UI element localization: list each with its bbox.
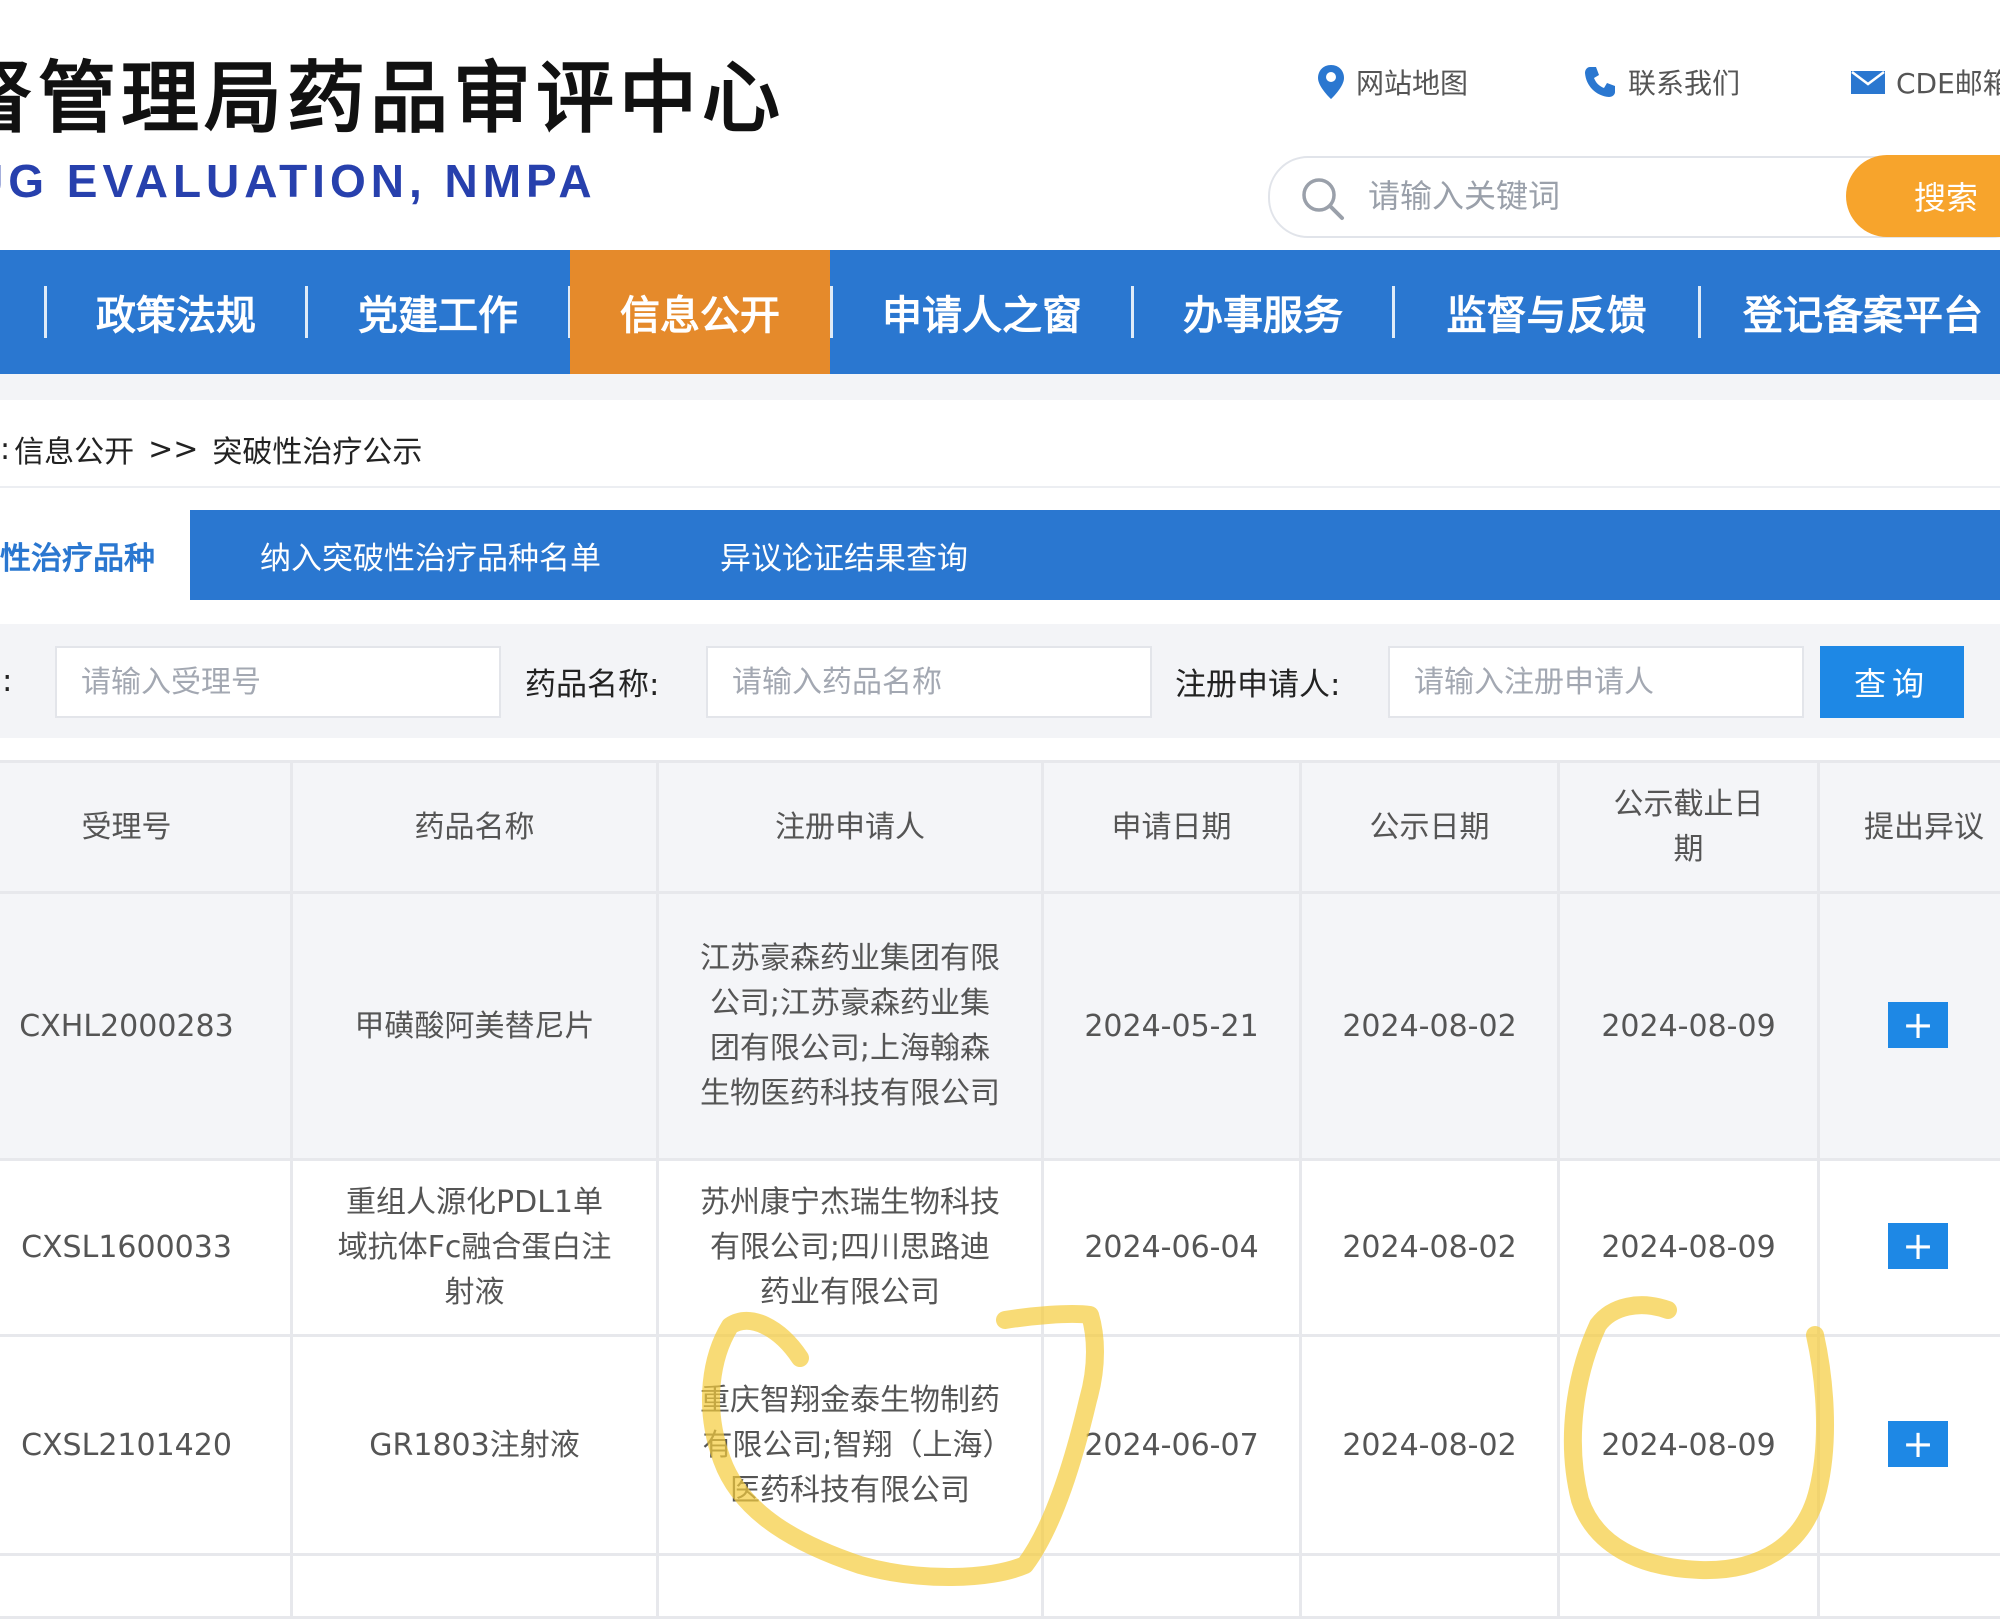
cell-publish-date: 2024-08-02 xyxy=(1301,1160,1559,1336)
cell-publish-date: 2024-08-02 xyxy=(1301,1336,1559,1555)
cell-empty xyxy=(292,1555,658,1618)
cell-applicant: 重庆智翔金泰生物制药有限公司;智翔（上海）医药科技有限公司 xyxy=(658,1336,1043,1555)
drug-name-input[interactable] xyxy=(706,646,1152,718)
cell-deadline: 2024-08-09 xyxy=(1559,1160,1819,1336)
cell-deadline: 2024-08-09 xyxy=(1559,1336,1819,1555)
nav-item-applicant-window[interactable]: 申请人之窗 xyxy=(833,250,1131,374)
cell-objection: + xyxy=(1819,1336,2000,1555)
cell-applicant: 江苏豪森药业集团有限公司;江苏豪森药业集团有限公司;上海翰森生物医药科技有限公司 xyxy=(658,893,1043,1160)
cell-empty xyxy=(1043,1555,1301,1618)
divider-strip xyxy=(0,374,2000,400)
tab-included-list[interactable]: 纳入突破性治疗品种名单 xyxy=(260,510,601,600)
mail-label: CDE邮箱 xyxy=(1896,62,2000,102)
contact-label: 联系我们 xyxy=(1628,62,1740,102)
site-header: 督管理局药品审评中心 UG EVALUATION, NMPA 网站地图 联系我们… xyxy=(0,0,2000,250)
cell-empty xyxy=(1301,1555,1559,1618)
table-row: CXHL2000283 甲磺酸阿美替尼片 江苏豪森药业集团有限公司;江苏豪森药业… xyxy=(0,893,2000,1160)
accept-no-label: : xyxy=(2,624,12,738)
breadcrumb-prefix: : xyxy=(0,432,10,467)
breadcrumb-current: 突破性治疗公示 xyxy=(212,427,422,471)
breadcrumb-divider xyxy=(0,486,2000,488)
cell-apply-date: 2024-05-21 xyxy=(1043,893,1301,1160)
nav-item-registration-platform[interactable]: 登记备案平台 xyxy=(1701,250,2000,374)
applicant-input[interactable] xyxy=(1388,646,1804,718)
cell-objection: + xyxy=(1819,1160,2000,1336)
site-subtitle: UG EVALUATION, NMPA xyxy=(0,154,597,208)
tab-breakthrough-varieties[interactable]: 性治疗品种 xyxy=(0,510,190,600)
col-header-objection: 提出异议 xyxy=(1819,762,2000,893)
col-header-deadline: 公示截止日期 xyxy=(1559,762,1819,893)
cell-publish-date: 2024-08-02 xyxy=(1301,893,1559,1160)
nav-item-services[interactable]: 办事服务 xyxy=(1134,250,1392,374)
cell-empty xyxy=(658,1555,1043,1618)
sub-tabs: 性治疗品种 纳入突破性治疗品种名单 异议论证结果查询 xyxy=(0,510,2000,600)
col-header-drug-name: 药品名称 xyxy=(292,762,658,893)
query-button[interactable]: 查询 xyxy=(1820,646,1964,718)
results-table: 受理号 药品名称 注册申请人 申请日期 公示日期 公示截止日期 提出异议 CXH… xyxy=(0,760,2000,1619)
cell-empty xyxy=(1559,1555,1819,1618)
table-header-row: 受理号 药品名称 注册申请人 申请日期 公示日期 公示截止日期 提出异议 xyxy=(0,762,2000,893)
nav-item-policy[interactable]: 政策法规 xyxy=(47,250,305,374)
drug-name-label: 药品名称: xyxy=(525,624,659,738)
breadcrumb-parent[interactable]: 信息公开 xyxy=(14,427,134,471)
cell-applicant: 苏州康宁杰瑞生物科技有限公司;四川思路迪药业有限公司 xyxy=(658,1160,1043,1336)
table-row: CXSL1600033 重组人源化PDL1单域抗体Fc融合蛋白注射液 苏州康宁杰… xyxy=(0,1160,2000,1336)
nav-item-party-building[interactable]: 党建工作 xyxy=(308,250,568,374)
col-header-publish-date: 公示日期 xyxy=(1301,762,1559,893)
table-row xyxy=(0,1555,2000,1618)
nav-item-supervision-feedback[interactable]: 监督与反馈 xyxy=(1395,250,1698,374)
cell-apply-date: 2024-06-04 xyxy=(1043,1160,1301,1336)
envelope-icon xyxy=(1850,68,1886,96)
search-button[interactable]: 搜索 xyxy=(1846,155,2000,237)
cell-empty xyxy=(1819,1555,2000,1618)
cell-apply-date: 2024-06-07 xyxy=(1043,1336,1301,1555)
magnifier-icon xyxy=(1300,176,1346,222)
col-header-accept-no: 受理号 xyxy=(0,762,292,893)
breadcrumb: : 信息公开 >> 突破性治疗公示 xyxy=(0,424,422,474)
nav-item-info-disclosure[interactable]: 信息公开 xyxy=(570,250,830,374)
add-objection-button[interactable]: + xyxy=(1888,1223,1948,1269)
cell-accept-no: CXHL2000283 xyxy=(0,893,292,1160)
phone-icon xyxy=(1582,64,1618,100)
cell-objection: + xyxy=(1819,893,2000,1160)
add-objection-button[interactable]: + xyxy=(1888,1002,1948,1048)
col-header-applicant: 注册申请人 xyxy=(658,762,1043,893)
main-nav: 政策法规 党建工作 信息公开 申请人之窗 办事服务 监督与反馈 登记备案平台 xyxy=(0,250,2000,374)
cell-accept-no: CXSL2101420 xyxy=(0,1336,292,1555)
applicant-label: 注册申请人: xyxy=(1175,624,1340,738)
location-pin-icon xyxy=(1316,63,1346,101)
table-row: CXSL2101420 GR1803注射液 重庆智翔金泰生物制药有限公司;智翔（… xyxy=(0,1336,2000,1555)
col-header-apply-date: 申请日期 xyxy=(1043,762,1301,893)
cell-drug-name: GR1803注射液 xyxy=(292,1336,658,1555)
filter-panel: : 药品名称: 注册申请人: 查询 xyxy=(0,624,2000,738)
sitemap-label: 网站地图 xyxy=(1356,62,1468,102)
add-objection-button[interactable]: + xyxy=(1888,1421,1948,1467)
tab-objection-results[interactable]: 异议论证结果查询 xyxy=(720,510,968,600)
cell-deadline: 2024-08-09 xyxy=(1559,893,1819,1160)
cell-drug-name: 重组人源化PDL1单域抗体Fc融合蛋白注射液 xyxy=(292,1160,658,1336)
accept-no-input[interactable] xyxy=(55,646,501,718)
breadcrumb-separator: >> xyxy=(148,432,198,467)
sitemap-link[interactable]: 网站地图 xyxy=(1316,60,1468,104)
mail-link[interactable]: CDE邮箱 xyxy=(1850,60,2000,104)
site-title: 督管理局药品审评中心 xyxy=(0,36,785,148)
contact-link[interactable]: 联系我们 xyxy=(1582,60,1740,104)
cell-empty xyxy=(0,1555,292,1618)
cell-drug-name: 甲磺酸阿美替尼片 xyxy=(292,893,658,1160)
cell-accept-no: CXSL1600033 xyxy=(0,1160,292,1336)
